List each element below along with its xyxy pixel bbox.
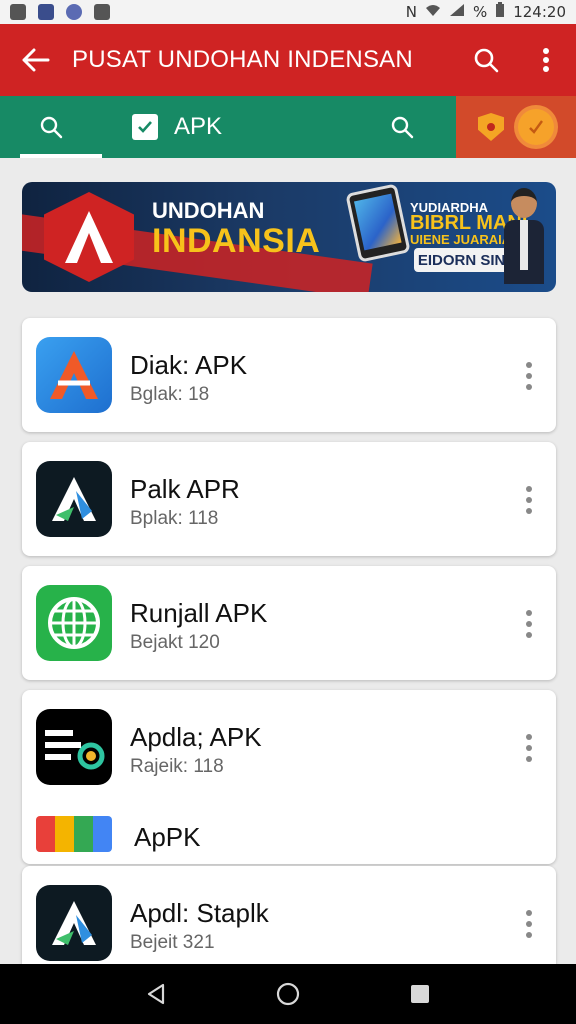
recents-square-icon (411, 985, 429, 1003)
chrome-icon (66, 4, 82, 20)
back-button[interactable] (0, 48, 72, 72)
app-name: Runjall APK (130, 598, 268, 628)
list-item[interactable]: Palk APR Bplak: 118 (22, 442, 556, 556)
sub-list-item[interactable]: ApPK (22, 804, 556, 864)
item-menu-button[interactable] (522, 610, 536, 638)
nav-back-button[interactable] (136, 974, 176, 1014)
checkbox-icon (132, 114, 158, 140)
back-triangle-icon (147, 983, 165, 1005)
home-circle-icon (276, 982, 300, 1006)
item-menu-button[interactable] (522, 734, 536, 762)
item-menu-button[interactable] (522, 362, 536, 390)
list-item[interactable]: Runjall APK Bejakt 120 (22, 566, 556, 680)
bam-logo-icon (36, 709, 112, 785)
system-nav-bar (0, 964, 576, 1024)
page-title: PUSAT UNDOHAN INDENSAN (72, 46, 413, 73)
status-left-icons (10, 4, 110, 20)
overflow-menu-icon (543, 48, 549, 72)
phone-illustration (345, 183, 411, 263)
battery-percent: % (472, 3, 488, 21)
search-button[interactable] (456, 47, 516, 73)
tab-search-secondary[interactable] (382, 115, 422, 139)
banner-logo (44, 192, 134, 282)
wifi-icon (425, 3, 441, 21)
tab-apk-label: APK (174, 113, 223, 140)
shield-icon (478, 113, 504, 141)
status-right: N % 124:20 (406, 2, 566, 22)
search-icon (40, 116, 63, 139)
camera-icon (94, 4, 110, 20)
list-item[interactable]: Diak: APK Bglak: 18 (22, 318, 556, 432)
battery-icon (495, 2, 505, 22)
a-dark-logo-icon (36, 885, 112, 961)
person-illustration (504, 188, 544, 286)
a-logo-icon (36, 337, 112, 413)
nav-home-button[interactable] (268, 974, 308, 1014)
nav-recents-button[interactable] (400, 974, 440, 1014)
globe-icon (36, 585, 112, 661)
banner-line1: UNDOHAN (152, 198, 265, 223)
check-circle-icon (518, 109, 554, 145)
arrow-left-icon (22, 48, 50, 72)
tab-search[interactable] (0, 96, 102, 158)
signal-icon (449, 3, 465, 21)
search-icon (474, 48, 499, 73)
app-size: Bejeit 321 (130, 932, 215, 953)
clock: 124:20 (513, 3, 566, 21)
tab-apk[interactable]: APK (132, 113, 352, 141)
nfc-icon: N (405, 3, 417, 21)
app-name: Palk APR (130, 474, 240, 504)
colorful-bars-icon (36, 816, 112, 852)
app-size: Bglak: 18 (130, 384, 210, 405)
a-dark-logo-icon (36, 461, 112, 537)
image-icon (38, 4, 54, 20)
app-bar: PUSAT UNDOHAN INDENSAN (0, 24, 576, 96)
status-bar: N % 124:20 (0, 0, 576, 24)
notification-icon (10, 4, 26, 20)
search-icon (391, 116, 414, 139)
app-size: Rajeik: 118 (130, 756, 224, 777)
app-name: Diak: APK (130, 350, 248, 380)
item-menu-button[interactable] (522, 910, 536, 938)
item-menu-button[interactable] (522, 486, 536, 514)
tab-indicator (20, 154, 102, 158)
promo-banner[interactable]: UNDOHAN INDANSIA YUDIARDHA BIBRL MANI UI… (22, 182, 556, 292)
sub-item-name: ApPK (134, 822, 201, 852)
app-size: Bplak: 118 (130, 508, 219, 529)
app-name: Apdl: Staplk (130, 898, 269, 928)
promo-tab[interactable] (456, 96, 576, 158)
list-item[interactable]: Apdl: Staplk Bejeit 321 (22, 866, 556, 980)
overflow-menu-button[interactable] (516, 47, 576, 73)
banner-line2: INDANSIA (152, 222, 321, 260)
list-item[interactable]: Apdla; APK Rajeik: 118 ApPK (22, 690, 556, 864)
tab-bar: APK (0, 96, 576, 158)
app-size: Bejakt 120 (130, 632, 220, 653)
app-name: Apdla; APK (130, 722, 262, 752)
